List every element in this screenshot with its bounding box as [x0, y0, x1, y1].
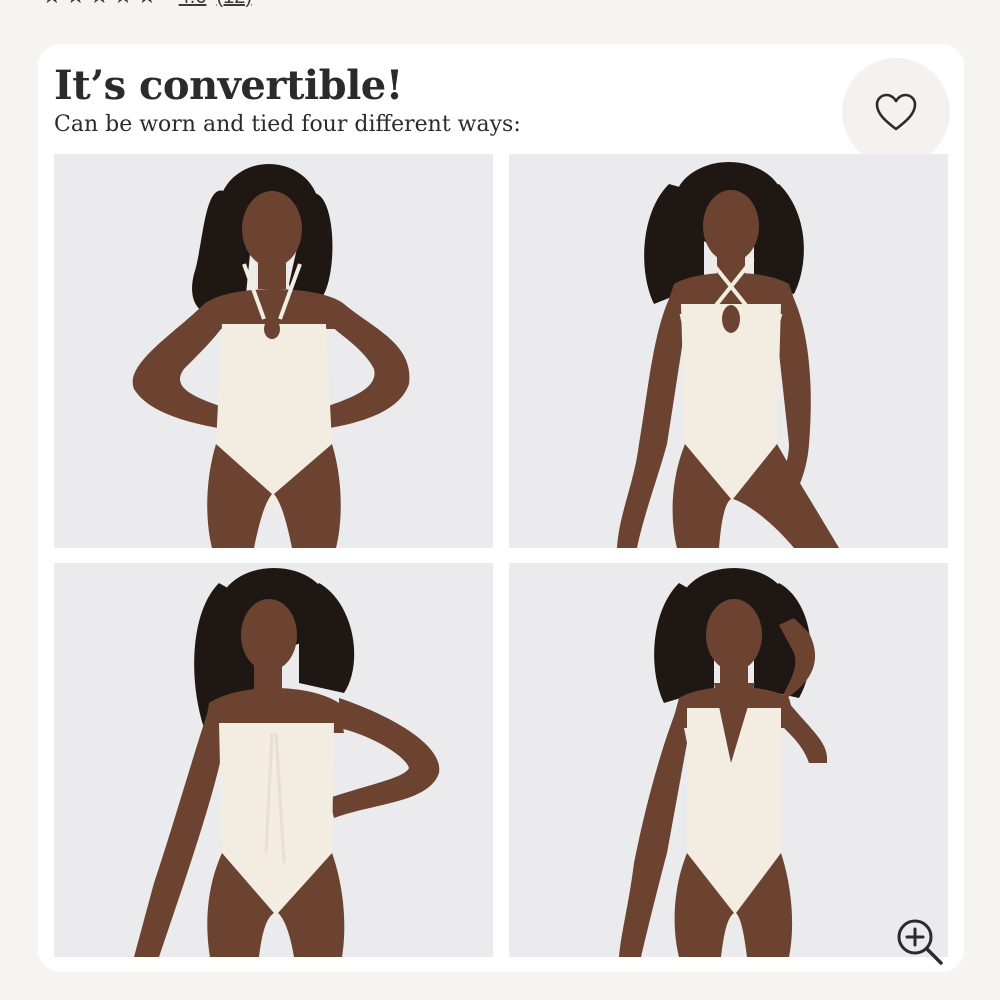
style-photo-halter-keyhole[interactable] — [54, 154, 493, 548]
star-icon: ★ — [113, 0, 133, 8]
rating-value[interactable]: 4.6 — [179, 0, 207, 9]
style-photo-strapless[interactable] — [54, 563, 493, 957]
star-icon: ★ — [42, 0, 62, 8]
convertible-promo-card: It’s convertible! Can be worn and tied f… — [38, 44, 964, 972]
model-photo — [509, 154, 948, 548]
heart-icon — [875, 93, 917, 131]
star-icon: ★ — [89, 0, 109, 8]
promo-headline: It’s convertible! — [54, 62, 403, 109]
favorite-button[interactable] — [842, 58, 950, 166]
model-photo — [509, 563, 948, 957]
star-icon: ★ — [137, 0, 157, 8]
review-count-link[interactable]: (12) — [216, 0, 252, 9]
zoom-button[interactable] — [892, 914, 948, 970]
model-photo — [54, 154, 493, 548]
model-photo — [54, 563, 493, 957]
rating-row: ★ ★ ★ ★ ★ 4.6 (12) — [42, 0, 252, 8]
star-rating: ★ ★ ★ ★ ★ — [42, 0, 157, 8]
zoom-in-icon — [897, 919, 943, 965]
star-icon: ★ — [66, 0, 86, 8]
style-photo-plunge-halter[interactable] — [509, 563, 948, 957]
promo-subhead: Can be worn and tied four different ways… — [54, 112, 521, 137]
style-image-grid — [54, 154, 948, 957]
style-photo-crossed-halter[interactable] — [509, 154, 948, 548]
